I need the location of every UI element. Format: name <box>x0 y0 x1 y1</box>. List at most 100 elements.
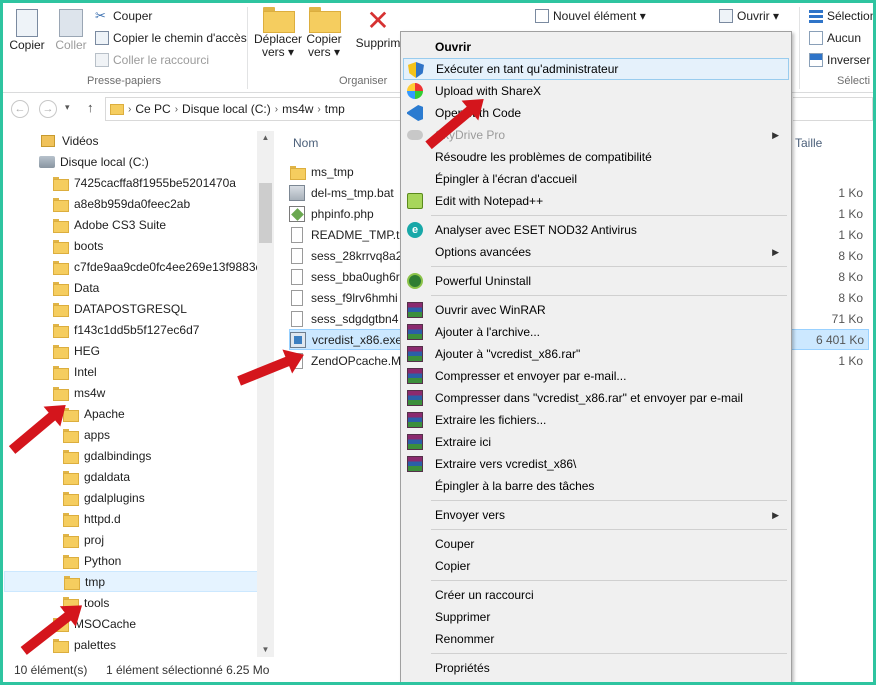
menu-item[interactable]: Renommer <box>403 628 789 650</box>
select-none-button[interactable]: Aucun <box>809 28 861 48</box>
delete-button[interactable]: ✕ Supprim <box>355 7 401 50</box>
nav-item[interactable]: palettes <box>53 634 116 655</box>
copy-path-icon <box>95 31 109 45</box>
nav-item-label: HEG <box>74 343 101 358</box>
menu-item[interactable]: Créer un raccourci <box>403 584 789 606</box>
nav-scrollbar[interactable]: ▲ ▼ <box>257 131 274 657</box>
nav-item[interactable]: f143c1dd5b5f127ec6d7 <box>53 319 199 340</box>
copy-button[interactable]: Copier <box>7 9 47 52</box>
nav-item[interactable]: 7425cacffa8f1955be5201470a <box>53 172 236 193</box>
nav-item[interactable]: apps <box>63 424 110 445</box>
breadcrumb-ms4w[interactable]: ms4w <box>282 102 313 116</box>
nav-item[interactable]: Python <box>63 550 121 571</box>
menu-item-label: Propriétés <box>435 661 490 675</box>
folder-icon <box>63 491 79 506</box>
menu-separator <box>431 500 787 501</box>
nav-item[interactable]: gdalplugins <box>63 487 145 508</box>
nav-item[interactable]: boots <box>53 235 103 256</box>
open-button[interactable]: Ouvrir ▾ <box>719 6 779 26</box>
copy-to-button[interactable]: Copier vers ▾ <box>303 7 345 59</box>
menu-item[interactable]: Ouvrir avec WinRAR <box>403 299 789 321</box>
address-bar[interactable]: › Ce PC › Disque local (C:) › ms4w › tmp <box>105 97 405 121</box>
menu-item[interactable]: Couper <box>403 533 789 555</box>
nav-item[interactable]: proj <box>63 529 104 550</box>
file-size: 1 Ko <box>838 185 863 200</box>
menu-item[interactable]: Options avancées ▶ <box>403 241 789 263</box>
menu-item[interactable]: Propriétés <box>403 657 789 679</box>
nav-item[interactable]: c7fde9aa9cde0fc4ee269e13f9883c1b <box>53 256 273 277</box>
nav-item[interactable]: httpd.d <box>63 508 121 529</box>
menu-item[interactable]: Extraire les fichiers... <box>403 409 789 431</box>
cut-button[interactable]: ✂ Couper <box>95 6 152 26</box>
file-name: sess_bba0ugh6r <box>311 269 400 284</box>
menu-item-label: Extraire ici <box>435 435 492 449</box>
menu-item[interactable]: Exécuter en tant qu'administrateur <box>403 58 789 80</box>
breadcrumb-this-pc[interactable]: Ce PC <box>135 102 170 116</box>
scroll-thumb[interactable] <box>259 183 272 243</box>
copy-folder-icon <box>309 7 341 33</box>
menu-item[interactable]: Upload with ShareX <box>403 80 789 102</box>
folder-icon <box>63 554 79 569</box>
nav-item[interactable]: Disque local (C:) <box>39 151 149 172</box>
select-all-button[interactable]: Sélection <box>809 6 873 26</box>
doc-file-icon <box>291 289 303 306</box>
menu-item[interactable]: Envoyer vers ▶ <box>403 504 789 526</box>
nav-item-label: ms4w <box>74 385 106 400</box>
column-header-name[interactable]: Nom <box>293 136 318 150</box>
menu-item[interactable]: Extraire ici <box>403 431 789 453</box>
up-button[interactable]: ↑ <box>87 100 94 115</box>
php-file-icon <box>289 205 305 222</box>
nav-item[interactable]: gdalbindings <box>63 445 151 466</box>
breadcrumb-local-disk[interactable]: Disque local (C:) <box>182 102 271 116</box>
new-item-button[interactable]: Nouvel élément ▾ <box>535 6 646 26</box>
nav-item[interactable]: Intel <box>53 361 97 382</box>
folder-icon <box>53 302 69 317</box>
scroll-up-icon[interactable]: ▲ <box>257 131 274 145</box>
invert-selection-button[interactable]: Inverser l <box>809 50 873 70</box>
back-button[interactable]: ← <box>11 100 29 118</box>
menu-item[interactable]: Épingler à la barre des tâches <box>403 475 789 497</box>
menu-item[interactable]: Compresser et envoyer par e-mail... <box>403 365 789 387</box>
menu-item[interactable]: Compresser dans "vcredist_x86.rar" et en… <box>403 387 789 409</box>
menu-item[interactable]: Extraire vers vcredist_x86\ <box>403 453 789 475</box>
menu-item[interactable]: Ajouter à "vcredist_x86.rar" <box>403 343 789 365</box>
forward-button[interactable]: → <box>39 100 57 118</box>
menu-item-label: Extraire les fichiers... <box>435 413 547 427</box>
rar-icon <box>407 346 423 362</box>
nav-item[interactable]: a8e8b959da0feec2ab <box>53 193 190 214</box>
rar-icon <box>407 456 423 472</box>
menu-item[interactable]: Copier <box>403 555 789 577</box>
scroll-down-icon[interactable]: ▼ <box>257 643 274 657</box>
breadcrumb-tmp[interactable]: tmp <box>325 102 345 116</box>
copy-path-button[interactable]: Copier le chemin d'accès <box>95 28 247 48</box>
menu-item[interactable]: Résoudre les problèmes de compatibilité <box>403 146 789 168</box>
menu-item[interactable]: Ouvrir <box>403 36 789 58</box>
menu-item[interactable]: SkyDrive Pro ▶ <box>403 124 789 146</box>
rar-icon <box>407 390 423 406</box>
nav-item[interactable]: HEG <box>53 340 100 361</box>
file-size: 1 Ko <box>838 206 863 221</box>
recent-dropdown-icon[interactable]: ▾ <box>65 102 70 113</box>
nav-item[interactable]: tmp <box>4 571 258 592</box>
menu-item[interactable]: Ajouter à l'archive... <box>403 321 789 343</box>
nav-item[interactable]: Data <box>53 277 99 298</box>
menu-item[interactable]: Edit with Notepad++ <box>403 190 789 212</box>
menu-item[interactable]: Powerful Uninstall <box>403 270 789 292</box>
menu-item[interactable]: Supprimer <box>403 606 789 628</box>
nav-item-label: gdaldata <box>84 469 131 484</box>
videos-icon <box>41 134 55 147</box>
column-header-size[interactable]: Taille <box>795 136 822 150</box>
move-to-button[interactable]: Déplacer vers ▾ <box>253 7 303 59</box>
paste-button[interactable]: Coller <box>51 9 91 52</box>
menu-item[interactable]: Épingler à l'écran d'accueil <box>403 168 789 190</box>
invert-selection-icon <box>809 53 823 67</box>
paste-shortcut-button[interactable]: Coller le raccourci <box>95 50 209 70</box>
search-box[interactable] <box>793 97 873 121</box>
nav-item[interactable]: DATAPOSTGRESQL <box>53 298 187 319</box>
nav-item[interactable]: Adobe CS3 Suite <box>53 214 166 235</box>
nav-item[interactable]: Vidéos <box>41 130 98 151</box>
nav-item[interactable]: gdaldata <box>63 466 130 487</box>
menu-item[interactable]: e Analyser avec ESET NOD32 Antivirus <box>403 219 789 241</box>
menu-item-label: Ouvrir avec WinRAR <box>435 303 546 317</box>
nav-item-label: gdalplugins <box>84 490 145 505</box>
